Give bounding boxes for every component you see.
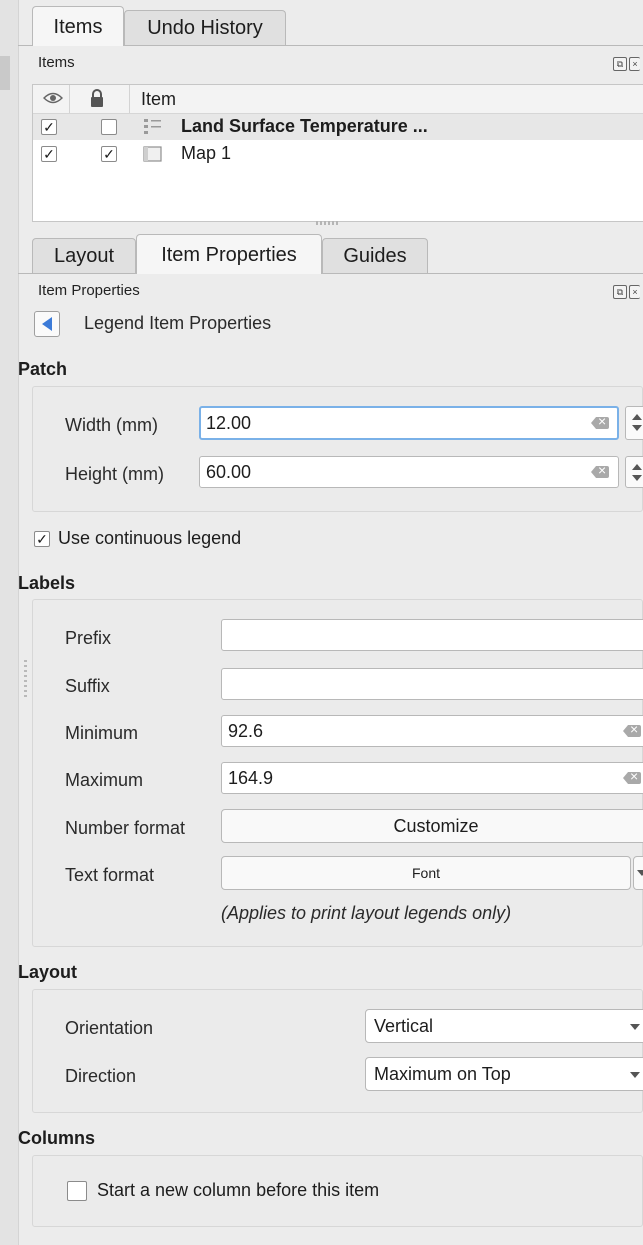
prefix-input[interactable] [221,619,643,651]
labels-section-title: Labels [18,573,76,593]
layout-item-panel: Items Undo History Items ⧉ × Item ✓ Land… [18,0,643,1245]
float-dock-icon[interactable]: ⧉ [613,285,627,299]
tab-layout[interactable]: Layout [32,238,136,274]
dock-grip-handle[interactable] [24,660,27,700]
tree-row[interactable]: ✓ ✓ Map 1 [33,141,643,167]
continuous-legend-label: Use continuous legend [58,528,242,548]
chevron-down-icon [630,1072,640,1078]
minimum-input[interactable] [221,715,643,747]
maximum-label: Maximum [65,770,144,790]
patch-group: Width (mm) Height (mm) [32,386,643,512]
font-menu-button[interactable] [633,856,643,890]
lock-icon [91,89,103,107]
direction-select[interactable]: Maximum on Top [365,1057,643,1091]
width-spin-buttons[interactable] [625,406,643,440]
suffix-input[interactable] [221,668,643,700]
height-spin-buttons[interactable] [625,456,643,488]
item-properties-dock-title: Item Properties [38,282,140,299]
font-button[interactable]: Font [221,856,631,890]
dock-splitter-nub[interactable] [0,56,10,90]
lock-checkbox[interactable] [101,119,117,135]
back-button[interactable] [34,311,60,337]
items-tree[interactable]: Item ✓ Land Surface Temperature ... ✓ ✓ … [32,84,643,222]
new-column-label: Start a new column before this item [97,1180,380,1200]
suffix-label: Suffix [65,676,110,696]
tab-item-properties[interactable]: Item Properties [136,234,322,274]
customize-button[interactable]: Customize [221,809,643,843]
prefix-label: Prefix [65,628,112,648]
map-icon [143,146,162,162]
height-label: Height (mm) [65,464,165,484]
columns-group: Start a new column before this item [32,1155,643,1227]
orientation-select[interactable]: Vertical [365,1009,643,1043]
panel-heading: Legend Item Properties [84,313,272,333]
tab-items[interactable]: Items [32,6,124,46]
top-tab-bar: Items Undo History [18,0,643,46]
column-header-item: Item [141,89,177,109]
close-dock-icon[interactable]: × [629,285,640,299]
width-input[interactable] [199,406,619,440]
layout-section-title: Layout [18,962,78,982]
properties-tab-bar: Layout Item Properties Guides [18,228,643,274]
splitter-handle[interactable] [316,221,340,225]
tab-undo-history[interactable]: Undo History [124,10,286,46]
eye-icon [43,92,63,104]
items-tree-header: Item [33,85,643,114]
legend-icon [144,119,161,134]
continuous-legend-checkbox[interactable]: ✓ [34,531,50,547]
items-dock-title: Items [38,54,75,71]
left-dock-edge [0,0,19,1245]
height-input[interactable] [199,456,619,488]
chevron-down-icon [630,1024,640,1030]
item-name: Land Surface Temperature ... [181,116,428,136]
layout-group: Orientation Vertical Direction Maximum o… [32,989,643,1113]
tree-row[interactable]: ✓ Land Surface Temperature ... [33,114,643,140]
chevron-down-icon [637,870,643,876]
item-name: Map 1 [181,143,232,163]
orientation-value: Vertical [374,1016,434,1036]
visibility-checkbox[interactable]: ✓ [41,146,57,162]
close-dock-icon[interactable]: × [629,57,640,71]
visibility-checkbox[interactable]: ✓ [41,119,57,135]
print-layout-note: (Applies to print layout legends only) [221,903,512,923]
width-label: Width (mm) [65,415,158,435]
direction-value: Maximum on Top [374,1064,511,1084]
direction-label: Direction [65,1066,137,1086]
number-format-label: Number format [65,818,186,838]
orientation-label: Orientation [65,1018,154,1038]
labels-group: Prefix Suffix Minimum Maximum Number for… [32,599,643,947]
lock-checkbox[interactable]: ✓ [101,146,117,162]
maximum-input[interactable] [221,762,643,794]
patch-section-title: Patch [18,359,68,379]
tab-guides[interactable]: Guides [322,238,428,274]
float-dock-icon[interactable]: ⧉ [613,57,627,71]
new-column-checkbox[interactable] [67,1181,87,1201]
text-format-label: Text format [65,865,155,885]
columns-section-title: Columns [18,1128,96,1148]
minimum-label: Minimum [65,723,139,743]
